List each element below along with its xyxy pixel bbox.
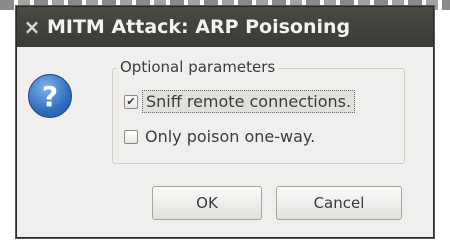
sniff-remote-option[interactable]: ✔ Sniff remote connections. xyxy=(124,90,356,113)
one-way-checkbox[interactable] xyxy=(124,129,138,144)
one-way-option[interactable]: Only poison one-way. xyxy=(124,127,315,146)
optional-parameters-legend: Optional parameters xyxy=(117,58,279,76)
question-icon: ? xyxy=(28,74,72,118)
sniff-remote-label[interactable]: Sniff remote connections. xyxy=(142,90,356,113)
optional-parameters-frame xyxy=(112,68,405,164)
one-way-label[interactable]: Only poison one-way. xyxy=(145,127,315,146)
cancel-button[interactable]: Cancel xyxy=(276,186,402,220)
sniff-remote-checkbox[interactable]: ✔ xyxy=(124,94,138,109)
close-icon[interactable]: × xyxy=(17,15,47,39)
ok-button[interactable]: OK xyxy=(152,186,262,220)
dialog-title: MITM Attack: ARP Poisoning xyxy=(47,16,351,38)
title-bar: × MITM Attack: ARP Poisoning xyxy=(17,7,433,47)
